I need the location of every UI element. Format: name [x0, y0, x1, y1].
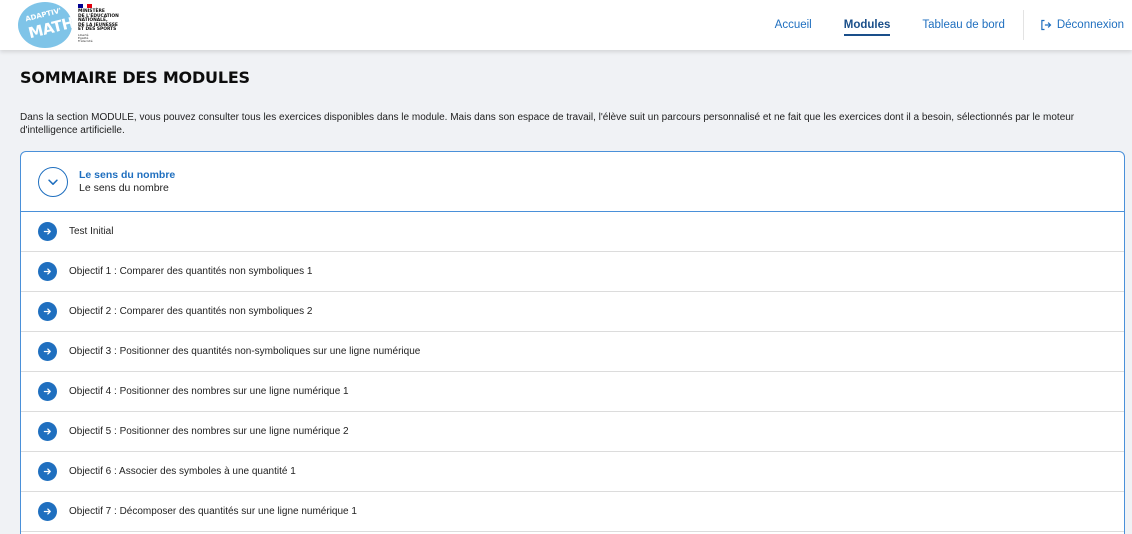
french-flag-icon — [78, 4, 93, 8]
list-item[interactable]: Objectif 1 : Comparer des quantités non … — [21, 252, 1124, 292]
list-item[interactable]: Objectif 4 : Positionner des nombres sur… — [21, 372, 1124, 412]
list-item-label: Objectif 4 : Positionner des nombres sur… — [69, 386, 349, 397]
list-item[interactable]: Test Initial — [21, 212, 1124, 252]
module-header-text: Le sens du nombre Le sens du nombre — [79, 169, 175, 195]
list-item-label: Objectif 6 : Associer des symboles à une… — [69, 466, 296, 477]
arrow-right-icon — [38, 222, 57, 241]
objective-list: Test Initial Objectif 1 : Comparer des q… — [21, 212, 1124, 532]
nav-modules[interactable]: Modules — [828, 0, 907, 50]
adaptiv-math-logo[interactable]: ADAPTIV' MATH — [18, 2, 72, 48]
nav-divider — [1022, 10, 1024, 40]
arrow-right-icon — [38, 502, 57, 521]
list-item-label: Test Initial — [69, 226, 114, 237]
list-item-label: Objectif 3 : Positionner des quantités n… — [69, 346, 421, 357]
arrow-right-icon — [38, 462, 57, 481]
list-item[interactable]: Objectif 2 : Comparer des quantités non … — [21, 292, 1124, 332]
logout-icon — [1041, 19, 1052, 31]
logout-button[interactable]: Déconnexion — [1026, 0, 1132, 50]
nav-accueil[interactable]: Accueil — [759, 0, 828, 50]
top-header: ADAPTIV' MATH MINISTÈRE DE L'ÉDUCATION N… — [0, 0, 1132, 50]
arrow-right-icon — [38, 422, 57, 441]
ministry-name: MINISTÈRE DE L'ÉDUCATION NATIONALE, DE L… — [78, 9, 119, 33]
list-item-label: Objectif 1 : Comparer des quantités non … — [69, 266, 313, 277]
nav-tableau-de-bord[interactable]: Tableau de bord — [906, 0, 1020, 50]
module-title[interactable]: Le sens du nombre — [79, 169, 175, 182]
list-item-label: Objectif 2 : Comparer des quantités non … — [69, 306, 313, 317]
ministry-logo: MINISTÈRE DE L'ÉDUCATION NATIONALE, DE L… — [78, 4, 148, 46]
list-item[interactable]: Objectif 3 : Positionner des quantités n… — [21, 332, 1124, 372]
list-item[interactable]: Objectif 5 : Positionner des nombres sur… — [21, 412, 1124, 452]
main-nav: Accueil Modules Tableau de bord Déconnex… — [759, 0, 1132, 50]
list-item-label: Objectif 7 : Décomposer des quantités su… — [69, 506, 357, 517]
module-accordion: Le sens du nombre Le sens du nombre Test… — [20, 151, 1125, 534]
arrow-right-icon — [38, 302, 57, 321]
arrow-right-icon — [38, 342, 57, 361]
intro-text: Dans la section MODULE, vous pouvez cons… — [20, 112, 1075, 136]
ministry-motto: Liberté Égalité Fraternité — [78, 32, 93, 44]
logout-label: Déconnexion — [1056, 19, 1124, 31]
module-subtitle: Le sens du nombre — [79, 181, 169, 194]
expand-toggle-button[interactable] — [38, 166, 68, 197]
page-title: SOMMAIRE DES MODULES — [20, 68, 250, 87]
list-item[interactable]: Objectif 7 : Décomposer des quantités su… — [21, 492, 1124, 532]
list-item-label: Objectif 5 : Positionner des nombres sur… — [69, 426, 349, 437]
arrow-right-icon — [38, 262, 57, 281]
module-header[interactable]: Le sens du nombre Le sens du nombre — [21, 152, 1124, 212]
arrow-right-icon — [38, 382, 57, 401]
list-item[interactable]: Objectif 6 : Associer des symboles à une… — [21, 452, 1124, 492]
chevron-down-icon — [48, 178, 58, 185]
